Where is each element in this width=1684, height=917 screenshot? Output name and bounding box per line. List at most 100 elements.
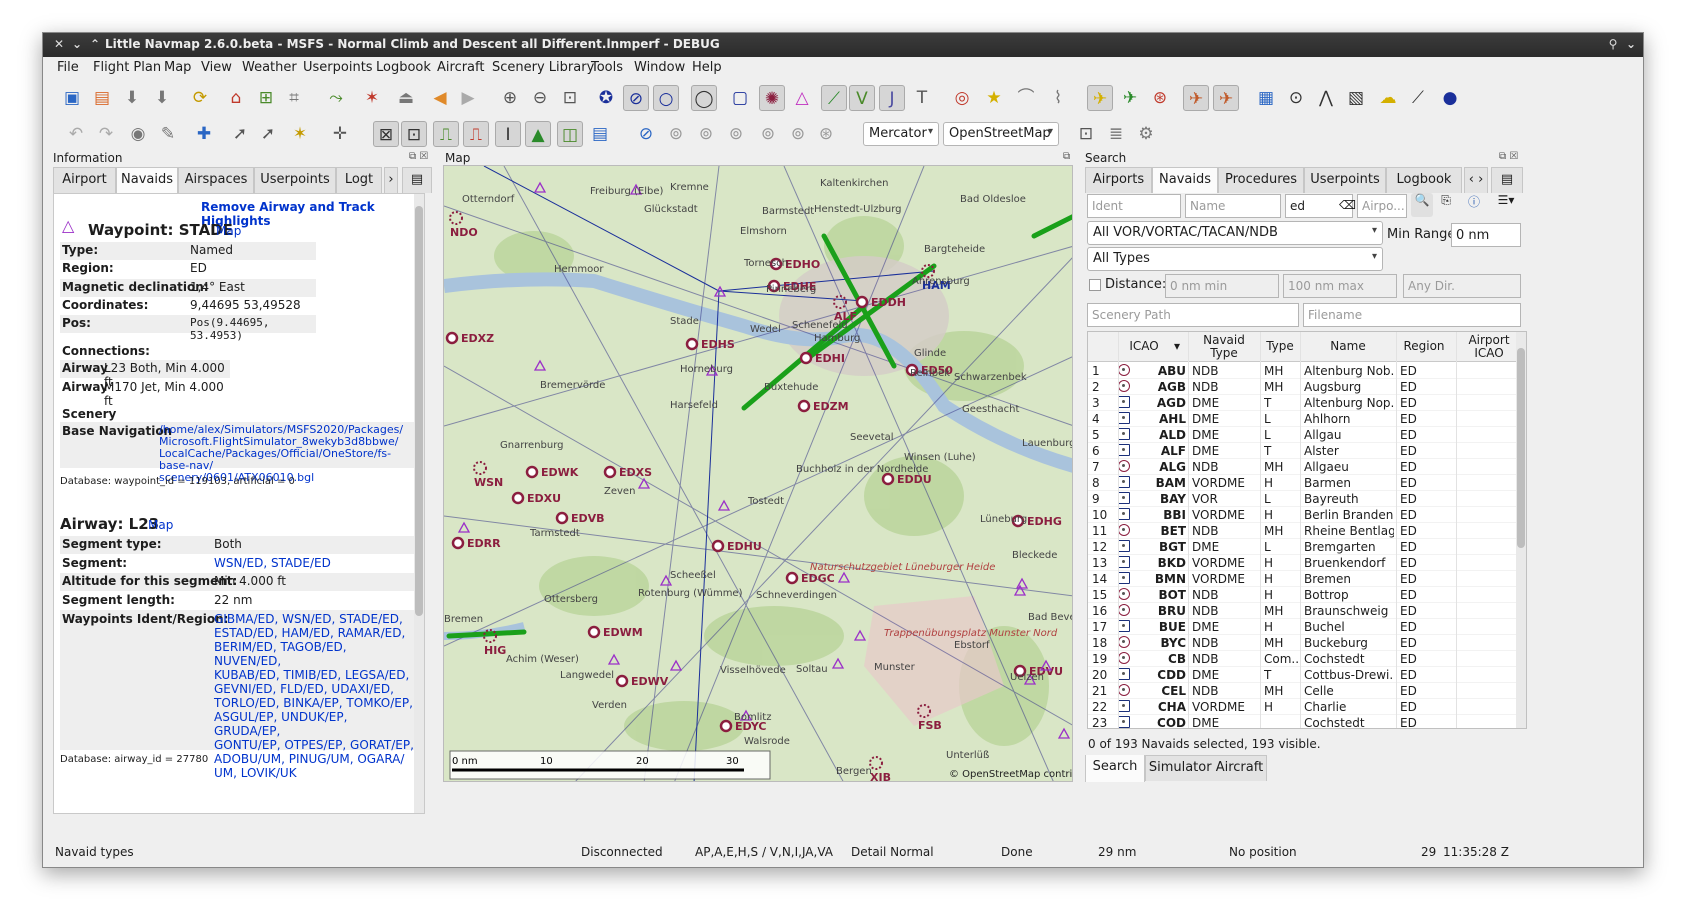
base-nav-path-link[interactable]: /home/alex/Simulators/MSFS2020/Packages/… <box>159 424 414 484</box>
all-types-filter[interactable]: All Types <box>1087 247 1383 271</box>
airport-marker[interactable] <box>685 337 699 351</box>
distance-dir-select[interactable]: Any Dir. <box>1403 274 1521 298</box>
sort-desc-icon[interactable]: ▾ <box>1172 340 1182 353</box>
airway-map-link[interactable]: Map <box>148 518 173 532</box>
wind-icon[interactable]: ⟋ <box>1405 85 1431 111</box>
table-scrollbar[interactable] <box>1516 332 1526 728</box>
map-dock-buttons[interactable]: ⧉ <box>1063 151 1070 162</box>
grid-icon[interactable]: ▦ <box>1253 85 1279 111</box>
victor-airway-icon[interactable]: V <box>849 85 875 111</box>
col-name[interactable]: Name <box>1302 340 1394 353</box>
waypoints-list[interactable]: GIBMA/ED, WSN/ED, STADE/ED, ESTAD/ED, HA… <box>214 612 414 780</box>
ndb2-icon[interactable]: ✺ <box>759 85 785 111</box>
tab-procedures[interactable]: Procedures <box>1218 167 1304 193</box>
tab-navaids[interactable]: Navaids <box>1152 167 1218 194</box>
info-dock-buttons[interactable]: ⧉ ☒ <box>409 151 428 162</box>
pin-icon[interactable]: ⚲ <box>1605 36 1621 52</box>
menu-userpoints[interactable]: Userpoints <box>303 60 373 75</box>
export-icon[interactable]: ⏏ <box>393 85 419 111</box>
table-row[interactable]: 15 BOT NDB H Bottrop ED <box>1088 587 1526 603</box>
table-row[interactable]: 12 BGT DME L Bremgarten ED <box>1088 539 1526 555</box>
measure-icon[interactable]: ⎍ <box>433 121 459 147</box>
add-center-icon[interactable]: ⊞ <box>253 85 279 111</box>
map-canvas[interactable]: EDHOEDHEEDDHEDHSEDHIEDXZEDZMED50EDWK EDXS… <box>444 166 1073 782</box>
back-icon[interactable]: ◀ <box>427 85 453 111</box>
col-airport-icao[interactable]: Airport ICAO <box>1464 334 1514 360</box>
wind-route-icon[interactable]: ✶ <box>287 121 313 147</box>
open-flight-plan-icon[interactable]: ▤ <box>89 85 115 111</box>
new-flight-plan-icon[interactable]: ▣ <box>59 85 85 111</box>
aircraft-icon[interactable]: ✈ <box>1087 85 1113 111</box>
database-icon[interactable]: ≣ <box>1103 121 1129 147</box>
procedure-icon[interactable]: ⌒ <box>1013 85 1039 111</box>
table-row[interactable]: 19 CB NDB Com... Cochstedt ED <box>1088 651 1526 667</box>
menu-logbook[interactable]: Logbook <box>376 60 431 75</box>
zoom-rect-icon[interactable]: ⊡ <box>401 121 427 147</box>
window-menu-icon[interactable]: ⌄ <box>1623 36 1639 52</box>
globe-icon[interactable]: ● <box>1437 85 1463 111</box>
fir-icon[interactable]: ⊚ <box>693 121 719 147</box>
save-as-icon[interactable]: ⬇ <box>149 85 175 111</box>
waypoint-icon[interactable]: △ <box>789 85 815 111</box>
rstr-icon[interactable]: ⊚ <box>723 121 749 147</box>
home-icon[interactable]: ⌂ <box>223 85 249 111</box>
airport-marker[interactable] <box>881 472 895 486</box>
save-icon[interactable]: ⬇ <box>119 85 145 111</box>
tab-airport[interactable]: Airport <box>53 167 116 193</box>
table-row[interactable]: 20 CDD DME T Cottbus-Drewi... ED <box>1088 667 1526 683</box>
info-scrollbar[interactable] <box>414 194 424 813</box>
table-row[interactable]: 14 BMN VORDME H Bremen ED <box>1088 571 1526 587</box>
table-row[interactable]: 9 BAY VOR L Bayreuth ED <box>1088 491 1526 507</box>
tab-userpoints[interactable]: Userpoints <box>254 167 336 193</box>
scenery-path-input[interactable]: Scenery Path <box>1087 303 1299 327</box>
maximize-icon[interactable]: ⌃ <box>87 36 103 52</box>
center-icon[interactable]: ⊙ <box>1283 85 1309 111</box>
projection-select[interactable]: Mercator <box>863 122 939 146</box>
table-row[interactable]: 18 BYC NDB MH Buckeburg ED <box>1088 635 1526 651</box>
highlight-icon[interactable]: ◫ <box>557 121 583 147</box>
map-view[interactable]: EDHO EDHE EDDH EDHS EDHI EDXZ EDZM ED50 EDWK EDXS… <box>443 165 1073 782</box>
reload-icon[interactable]: ⟳ <box>187 85 213 111</box>
airport-marker[interactable] <box>603 465 617 479</box>
compass-icon[interactable]: ⊛ <box>1147 85 1173 111</box>
route-icon[interactable]: ➚ <box>255 121 281 147</box>
trail-icon[interactable]: ✈ <box>1213 85 1239 111</box>
zoom-in-icon[interactable]: ⊕ <box>497 85 523 111</box>
airport-marker[interactable] <box>445 331 459 345</box>
ils-icon[interactable]: ◯ <box>691 85 717 111</box>
table-row[interactable]: 7 ALG NDB MH Allgaeu ED <box>1088 459 1526 475</box>
redo-icon[interactable]: ↷ <box>93 121 119 147</box>
menu-aircraft[interactable]: Aircraft <box>437 60 484 75</box>
undo-icon[interactable]: ↶ <box>63 121 89 147</box>
distance-max-input[interactable]: 100 nm max <box>1283 274 1397 298</box>
leg-icon[interactable]: ⌇ <box>1045 85 1071 111</box>
airport-marker[interactable] <box>555 511 569 525</box>
distance-checkbox[interactable] <box>1089 279 1101 291</box>
airport-marker[interactable] <box>719 719 733 733</box>
airport-marker[interactable] <box>451 536 465 550</box>
hillshade-icon[interactable]: ▧ <box>1343 85 1369 111</box>
scroll-thumb[interactable] <box>415 206 423 616</box>
airway-icon[interactable]: ⟋ <box>821 85 847 111</box>
jet-airway-icon[interactable]: J <box>879 85 905 111</box>
col-navaid-type[interactable]: Navaid Type <box>1188 334 1260 360</box>
table-row[interactable]: 2 AGB NDB MH Augsburg ED <box>1088 379 1526 395</box>
table-row[interactable]: 1 ABU NDB MH Altenburg Nob... ED <box>1088 363 1526 379</box>
table-row[interactable]: 13 BKD VORDME H Bruenkendorf ED <box>1088 555 1526 571</box>
scroll-thumb[interactable] <box>1517 348 1525 548</box>
weather-icon[interactable]: ☁ <box>1375 85 1401 111</box>
menu-help[interactable]: Help <box>692 60 722 75</box>
menu-scenery-library[interactable]: Scenery Library <box>492 60 594 75</box>
minimize-icon[interactable]: ⌄ <box>69 36 85 52</box>
tab-airspaces[interactable]: Airspaces <box>178 167 254 193</box>
other-icon[interactable]: ⊚ <box>785 121 811 147</box>
text-icon[interactable]: I <box>495 121 521 147</box>
zoom-fit-icon[interactable]: ⊡ <box>557 85 583 111</box>
map-theme-select[interactable]: OpenStreetMap <box>943 122 1059 146</box>
airport-marker[interactable] <box>855 295 869 309</box>
table-row[interactable]: 23 COD DME Cochstedt ED <box>1088 715 1526 728</box>
airport-marker[interactable] <box>615 674 629 688</box>
airport-marker[interactable] <box>785 571 799 585</box>
menu-window[interactable]: Window <box>634 60 685 75</box>
tab-logbook[interactable]: Logt <box>336 167 382 193</box>
